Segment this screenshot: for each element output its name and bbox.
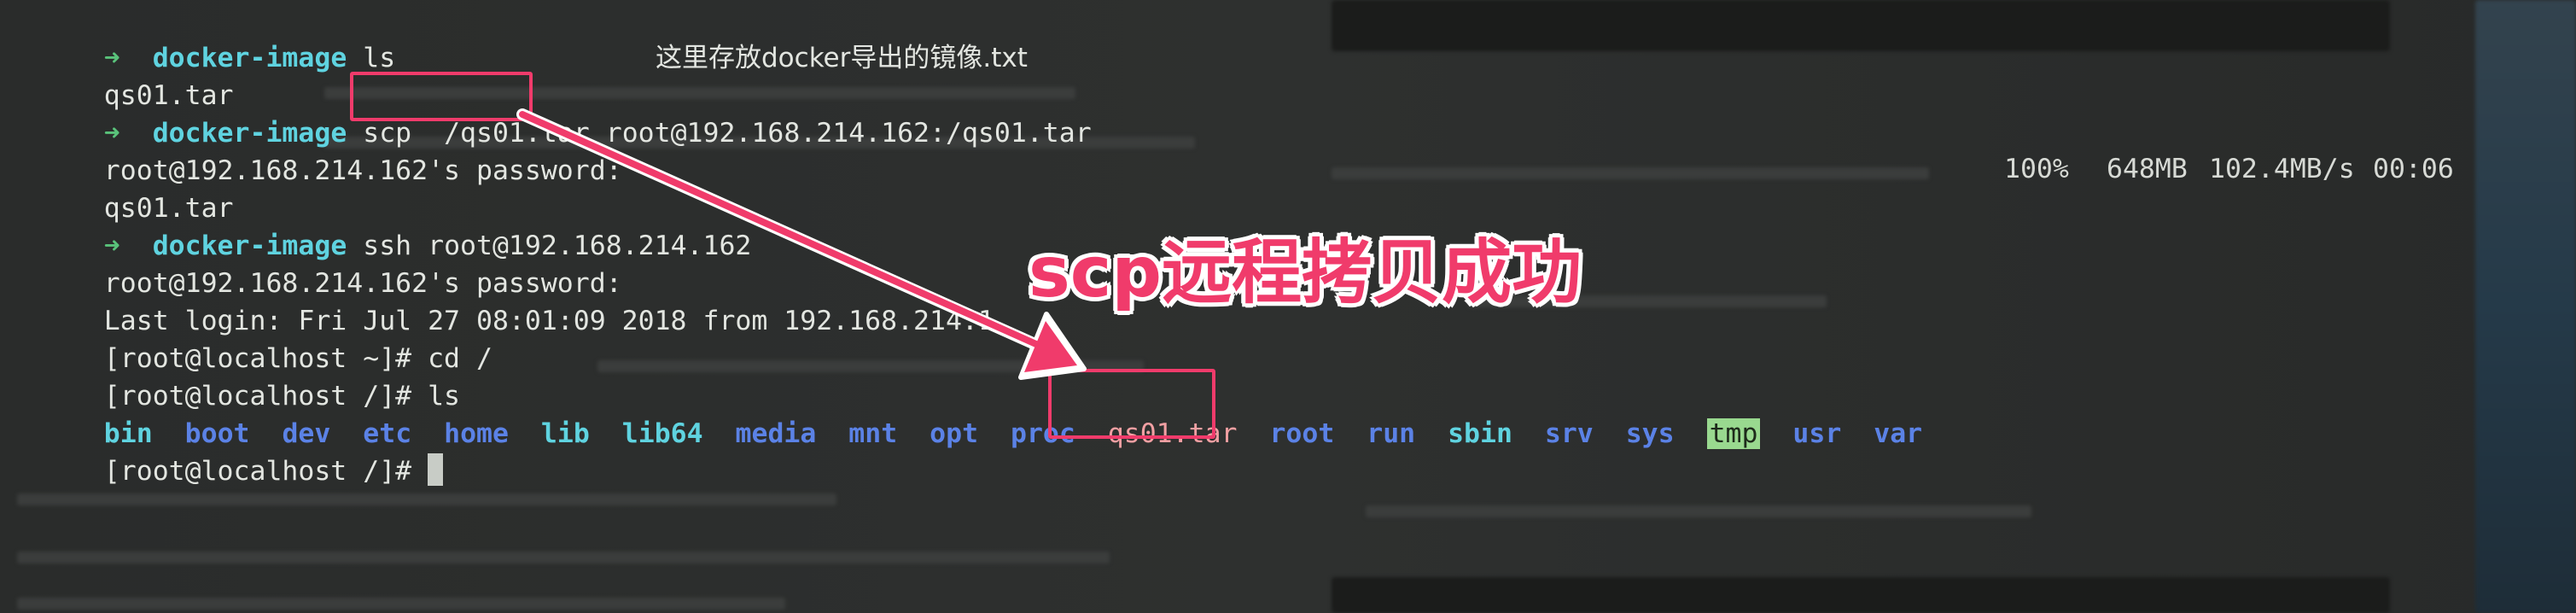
callout-scp-success: scp远程拷贝成功	[1029, 232, 1582, 313]
screenshot: ➜ docker-image ls qs01.tar 这里存放docker导出的…	[0, 0, 2576, 613]
